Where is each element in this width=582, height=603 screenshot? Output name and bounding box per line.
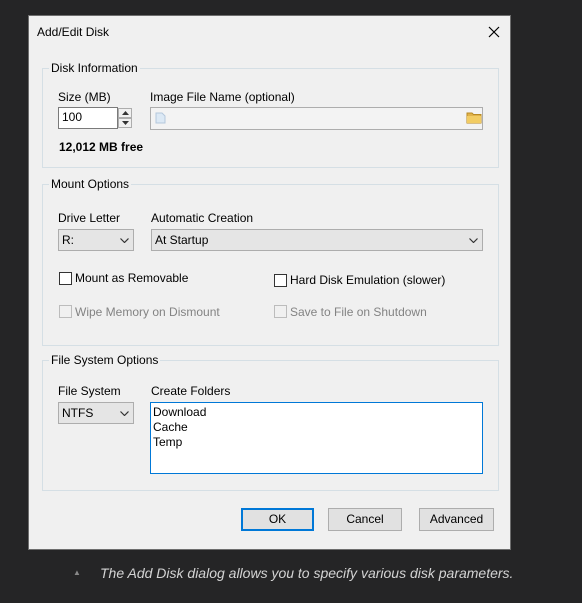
figure-caption: The Add Disk dialog allows you to specif… [100, 565, 514, 581]
spin-up-icon [121, 111, 129, 115]
hdd-emulation-label[interactable]: Hard Disk Emulation (slower) [290, 273, 445, 288]
disk-information-title: Disk Information [49, 61, 140, 76]
folder-browse-icon[interactable] [466, 111, 482, 127]
add-edit-disk-dialog: Add/Edit Disk Disk Information Size (MB)… [28, 15, 511, 550]
size-input[interactable]: 100 [58, 107, 118, 129]
file-system-label: File System [58, 384, 121, 398]
file-system-select[interactable]: NTFS [58, 402, 134, 424]
auto-creation-label: Automatic Creation [151, 211, 254, 225]
image-file-label: Image File Name (optional) [150, 90, 295, 104]
cancel-button[interactable]: Cancel [328, 508, 402, 531]
free-space-text: 12,012 MB free [59, 140, 144, 154]
close-button[interactable] [478, 16, 510, 47]
size-spin-up[interactable] [118, 108, 132, 118]
image-file-input[interactable] [150, 107, 483, 130]
caption-bullet-icon: ▲ [73, 568, 81, 577]
mount-removable-label[interactable]: Mount as Removable [75, 271, 188, 286]
save-to-file-checkbox [274, 305, 287, 318]
ok-button[interactable]: OK [241, 508, 314, 531]
auto-creation-value: At Startup [155, 233, 209, 247]
file-system-value: NTFS [62, 406, 94, 420]
file-icon [155, 112, 166, 127]
create-folders-textarea[interactable]: Download Cache Temp [150, 402, 483, 474]
folder-line: Temp [153, 435, 183, 449]
hdd-emulation-checkbox[interactable] [274, 274, 287, 287]
folder-line: Cache [153, 420, 188, 434]
mount-removable-checkbox[interactable] [59, 272, 72, 285]
mount-options-title: Mount Options [49, 177, 132, 192]
size-spin-down[interactable] [118, 118, 132, 128]
size-label: Size (MB) [58, 90, 111, 104]
create-folders-label: Create Folders [151, 384, 231, 398]
wipe-memory-label: Wipe Memory on Dismount [75, 305, 220, 319]
spin-down-icon [121, 121, 129, 125]
chevron-down-icon [120, 403, 129, 423]
mount-options-group: Mount Options [42, 177, 499, 346]
wipe-memory-checkbox [59, 305, 72, 318]
save-to-file-label: Save to File on Shutdown [290, 305, 427, 319]
chevron-down-icon [469, 230, 478, 250]
advanced-button[interactable]: Advanced [419, 508, 494, 531]
title-bar: Add/Edit Disk [29, 16, 510, 47]
folder-line: Download [153, 405, 207, 419]
file-system-options-title: File System Options [49, 353, 161, 368]
drive-letter-select[interactable]: R: [58, 229, 134, 251]
auto-creation-select[interactable]: At Startup [151, 229, 483, 251]
close-icon [488, 26, 500, 37]
dialog-title: Add/Edit Disk [37, 25, 110, 39]
drive-letter-value: R: [62, 233, 74, 247]
chevron-down-icon [120, 230, 129, 250]
drive-letter-label: Drive Letter [58, 211, 121, 225]
